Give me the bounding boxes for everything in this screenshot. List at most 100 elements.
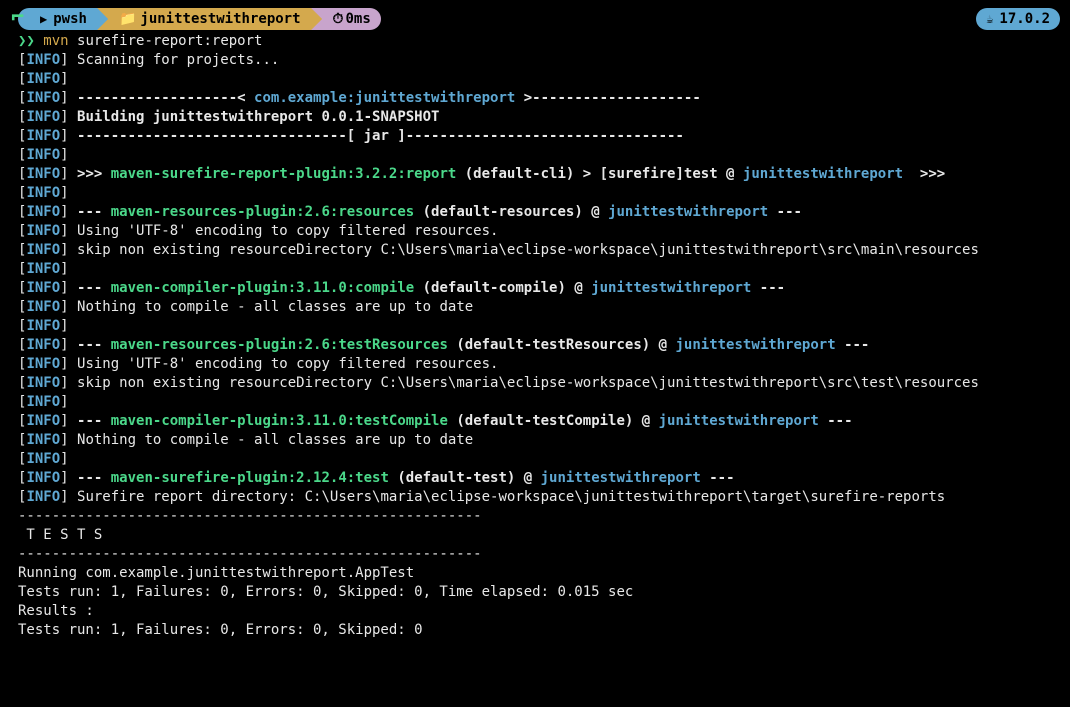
output-segment: >>> (903, 166, 945, 182)
output-segment: maven-resources-plugin:2.6:testResources (111, 337, 448, 353)
output-segment: T E S T S (18, 527, 102, 543)
output-segment: --- (819, 413, 853, 429)
output-line: [INFO] (0, 184, 1070, 203)
bracket-close: ] (60, 280, 68, 296)
log-level-info: INFO (26, 185, 60, 201)
output-segment: Tests run: 1, Failures: 0, Errors: 0, Sk… (18, 622, 423, 638)
bracket-close: ] (60, 432, 68, 448)
log-level-info: INFO (26, 470, 60, 486)
output-line: [INFO] Using 'UTF-8' encoding to copy fi… (0, 222, 1070, 241)
output-segment: maven-resources-plugin:2.6:resources (111, 204, 414, 220)
output-line: [INFO] (0, 393, 1070, 412)
bracket-close: ] (60, 470, 68, 486)
output-segment: --------------------------------[ jar ]-… (69, 128, 684, 144)
bracket-close: ] (60, 394, 68, 410)
output-segment: --- (69, 337, 111, 353)
bracket-close: ] (60, 451, 68, 467)
command-line[interactable]: ❯❯ mvn surefire-report:report (0, 32, 1070, 51)
bracket-close: ] (60, 52, 68, 68)
bracket-close: ] (60, 356, 68, 372)
output-segment: -------------------< (69, 90, 254, 106)
output-segment: Nothing to compile - all classes are up … (69, 299, 474, 315)
output-segment: junittestwithreport (608, 204, 768, 220)
output-segment: ----------------------------------------… (18, 546, 482, 562)
output-segment: maven-compiler-plugin:3.11.0:compile (111, 280, 414, 296)
output-segment: >-------------------- (515, 90, 700, 106)
bracket-close: ] (60, 147, 68, 163)
output-line: [INFO] --- maven-compiler-plugin:3.11.0:… (0, 279, 1070, 298)
log-level-info: INFO (26, 356, 60, 372)
output-segment: (default-testResources) @ (448, 337, 676, 353)
output-segment: (default-cli) > [surefire]test @ (456, 166, 743, 182)
log-level-info: INFO (26, 166, 60, 182)
chevron-right-icon: ▶ (40, 10, 47, 29)
log-level-info: INFO (26, 375, 60, 391)
output-segment: junittestwithreport (659, 413, 819, 429)
log-level-info: INFO (26, 242, 60, 258)
bracket-close: ] (60, 223, 68, 239)
output-line: Results : (0, 602, 1070, 621)
log-level-info: INFO (26, 261, 60, 277)
output-segment: (default-testCompile) @ (448, 413, 659, 429)
output-line: Running com.example.junittestwithreport.… (0, 564, 1070, 583)
log-level-info: INFO (26, 71, 60, 87)
output-segment: ----------------------------------------… (18, 508, 482, 524)
command-name: mvn (43, 33, 68, 49)
log-level-info: INFO (26, 318, 60, 334)
output-segment: maven-surefire-plugin:2.12.4:test (111, 470, 389, 486)
output-segment: Running com.example.junittestwithreport.… (18, 565, 414, 581)
log-level-info: INFO (26, 52, 60, 68)
output-line: [INFO] --- maven-compiler-plugin:3.11.0:… (0, 412, 1070, 431)
output-segment: --- (69, 280, 111, 296)
output-segment: Nothing to compile - all classes are up … (69, 432, 474, 448)
output-line: ----------------------------------------… (0, 507, 1070, 526)
output-segment: --- (69, 204, 111, 220)
output-segment: --- (69, 470, 111, 486)
output-segment: (default-resources) @ (414, 204, 608, 220)
output-segment: Results : (18, 603, 94, 619)
output-segment: --- (751, 280, 785, 296)
prompt-caret: ❯❯ (18, 33, 35, 49)
cwd-name: junittestwithreport (140, 10, 300, 29)
output-segment: Building junittestwithreport 0.0.1-SNAPS… (69, 109, 440, 125)
output-line: [INFO] (0, 70, 1070, 89)
bracket-close: ] (60, 166, 68, 182)
log-level-info: INFO (26, 451, 60, 467)
output-segment: --- (768, 204, 802, 220)
output-line: [INFO] Using 'UTF-8' encoding to copy fi… (0, 355, 1070, 374)
prompt-segment-shell: ▶ pwsh (18, 8, 97, 30)
bracket-close: ] (60, 318, 68, 334)
log-level-info: INFO (26, 223, 60, 239)
bracket-close: ] (60, 128, 68, 144)
output-line: [INFO] Nothing to compile - all classes … (0, 298, 1070, 317)
output-segment: --- (836, 337, 870, 353)
output-segment: skip non existing resourceDirectory C:\U… (69, 242, 979, 258)
bracket-close: ] (60, 242, 68, 258)
output-line: T E S T S (0, 526, 1070, 545)
output-line: [INFO] >>> maven-surefire-report-plugin:… (0, 165, 1070, 184)
output-segment: maven-surefire-report-plugin:3.2.2:repor… (111, 166, 457, 182)
log-level-info: INFO (26, 394, 60, 410)
output-line: [INFO] (0, 146, 1070, 165)
log-level-info: INFO (26, 413, 60, 429)
output-line: [INFO] Surefire report directory: C:\Use… (0, 488, 1070, 507)
output-line: [INFO] --------------------------------[… (0, 127, 1070, 146)
output-segment: Surefire report directory: C:\Users\mari… (69, 489, 946, 505)
output-segment: Tests run: 1, Failures: 0, Errors: 0, Sk… (18, 584, 633, 600)
log-level-info: INFO (26, 280, 60, 296)
timer-value: 0ms (345, 10, 370, 29)
stopwatch-icon: ⏱ (333, 10, 344, 29)
output-line: [INFO] Building junittestwithreport 0.0.… (0, 108, 1070, 127)
output-segment: maven-compiler-plugin:3.11.0:testCompile (111, 413, 448, 429)
prompt-bar: ⌐ ▶ pwsh 📁junittestwithreport ⏱0ms ☕ 17.… (0, 8, 1070, 30)
output-line: [INFO] --- maven-surefire-plugin:2.12.4:… (0, 469, 1070, 488)
log-level-info: INFO (26, 432, 60, 448)
output-segment: Using 'UTF-8' encoding to copy filtered … (69, 223, 499, 239)
output-line: ----------------------------------------… (0, 545, 1070, 564)
terminal-output: [INFO] Scanning for projects...[INFO][IN… (0, 51, 1070, 640)
shell-name: pwsh (53, 10, 87, 29)
output-segment: junittestwithreport (675, 337, 835, 353)
log-level-info: INFO (26, 109, 60, 125)
output-segment: --- (69, 413, 111, 429)
bracket-close: ] (60, 299, 68, 315)
